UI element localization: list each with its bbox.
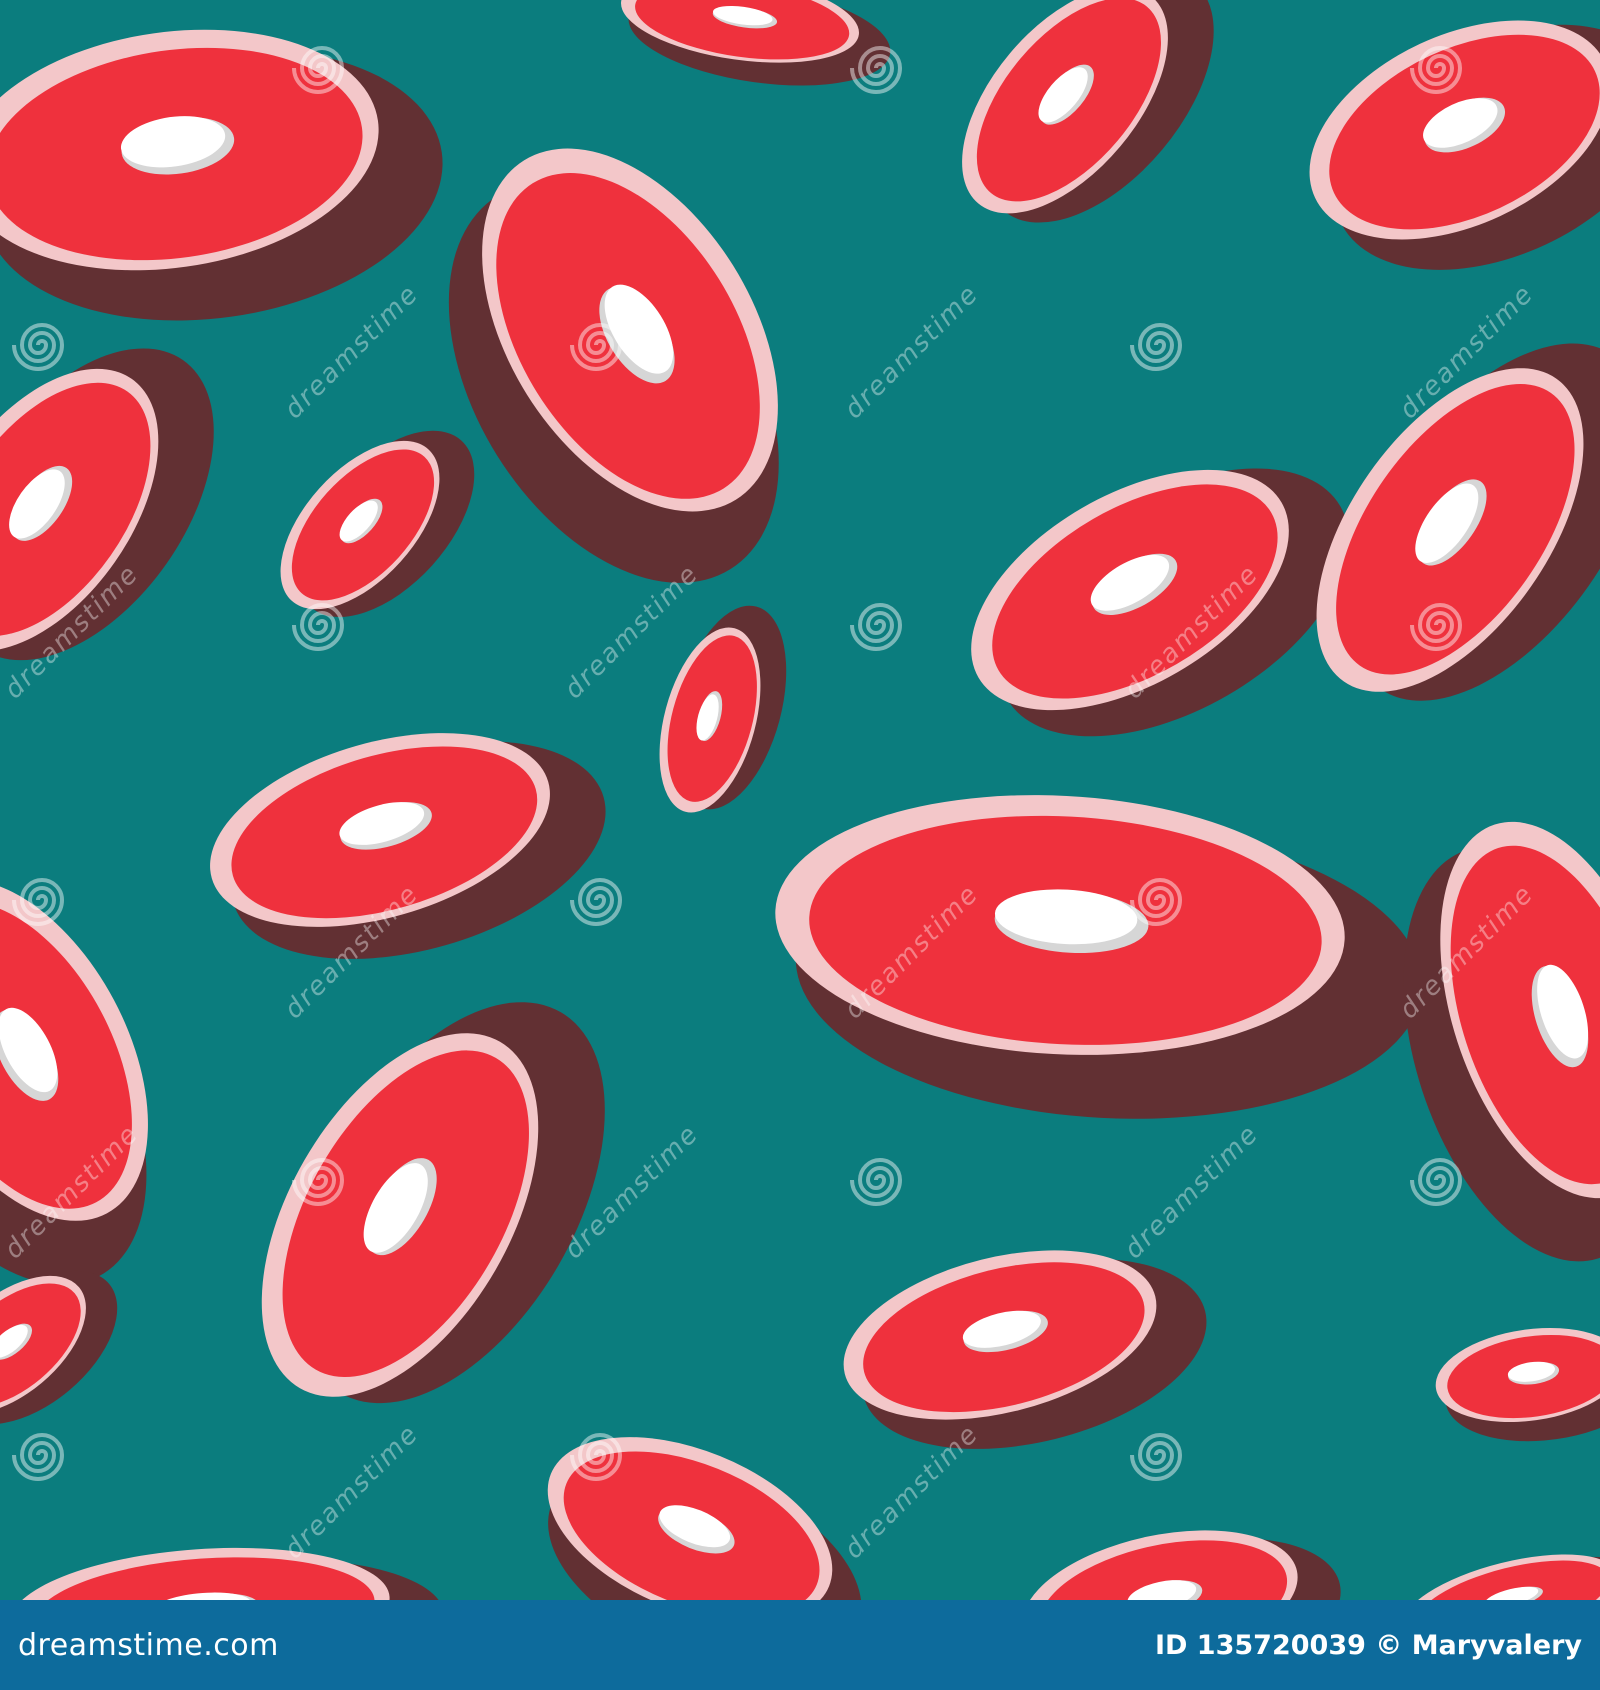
stock-footer-bar: dreamstime.com ID 135720039 © Maryvalery bbox=[0, 1600, 1600, 1690]
steak-pattern-artwork: dreamstime dreamstime dreamstime dreamst… bbox=[0, 0, 1600, 1600]
footer-site-name: dreamstime.com bbox=[18, 1627, 279, 1663]
footer-image-credit: ID 135720039 © Maryvalery bbox=[1154, 1629, 1582, 1661]
